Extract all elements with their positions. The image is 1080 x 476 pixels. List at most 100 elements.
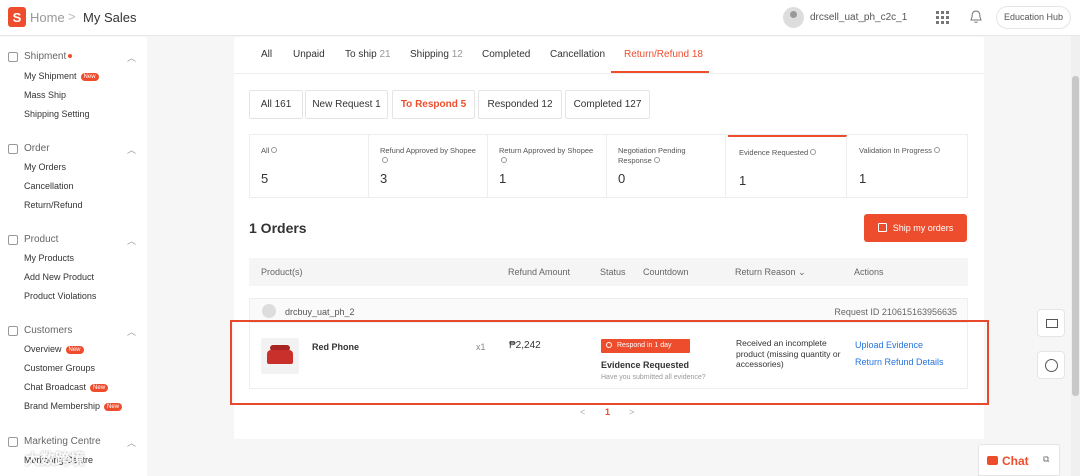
- request-id: Request ID 210615163956635: [834, 307, 957, 317]
- page-scrollbar[interactable]: [1071, 36, 1080, 476]
- chat-button[interactable]: Chat ⧉: [978, 444, 1060, 476]
- column-header-sortable[interactable]: Return Reason ⌄: [735, 267, 806, 278]
- sidebar-group-header[interactable]: Product ︿: [8, 233, 138, 249]
- sidebar-group-title: Shipment: [24, 51, 67, 62]
- tab-completed[interactable]: Completed: [482, 49, 530, 60]
- pagination-prev[interactable]: <: [580, 407, 585, 417]
- chevron-up-icon[interactable]: ︿: [127, 436, 136, 449]
- sidebar-item-mass-ship[interactable]: Mass Ship: [24, 90, 66, 100]
- apps-grid-icon[interactable]: [936, 11, 949, 24]
- ship-my-orders-button[interactable]: Ship my orders: [864, 214, 967, 242]
- orders-count-title: 1 Orders: [249, 220, 307, 236]
- education-hub-button[interactable]: Education Hub: [996, 6, 1071, 29]
- chevron-up-icon[interactable]: ︿: [127, 234, 136, 247]
- new-badge: New: [104, 402, 123, 411]
- stat-value: 3: [380, 171, 388, 186]
- column-header: Countdown: [643, 267, 689, 277]
- username[interactable]: drcsell_uat_ph_c2c_1: [810, 12, 907, 23]
- stat-value: 1: [859, 171, 867, 186]
- sidebar-item-overview[interactable]: Overview New: [24, 344, 84, 354]
- stat-label: Validation In Progress: [859, 146, 932, 155]
- support-float-button[interactable]: [1037, 351, 1065, 379]
- sidebar-group-header[interactable]: Order ︿: [8, 142, 138, 158]
- sidebar-group-title: Order: [24, 143, 50, 154]
- tab-shipping[interactable]: Shipping 12: [410, 49, 463, 60]
- tab-return-refund[interactable]: Return/Refund 18: [624, 49, 703, 60]
- info-icon: [501, 157, 507, 163]
- stat-value: 1: [739, 173, 747, 188]
- new-badge: New: [90, 383, 109, 392]
- sidebar-item-cancellation[interactable]: Cancellation: [24, 181, 74, 191]
- chevron-down-icon: ⌄: [798, 267, 806, 277]
- column-header: Refund Amount: [508, 267, 571, 277]
- sidebar-item-brand-membership[interactable]: Brand Membership New: [24, 401, 123, 411]
- column-header: Actions: [854, 267, 884, 277]
- breadcrumb-home[interactable]: Home: [30, 10, 65, 25]
- info-icon: [810, 149, 817, 155]
- sidebar: Shipment ︿ My Shipment New Mass Ship Ship…: [0, 37, 147, 476]
- stat-negotiation-pending[interactable]: Negotiation Pending Response 0: [607, 135, 726, 197]
- subtab-completed[interactable]: Completed 127: [565, 90, 650, 119]
- shopee-logo[interactable]: S: [8, 7, 26, 27]
- buyer-name[interactable]: drcbuy_uat_ph_2: [285, 307, 355, 317]
- sidebar-group-header[interactable]: Shipment ︿: [8, 50, 138, 66]
- truck-icon: [8, 52, 18, 62]
- user-avatar[interactable]: [783, 7, 804, 28]
- info-icon: [653, 157, 660, 163]
- subtab-to-respond[interactable]: To Respond 5: [392, 90, 475, 119]
- subtab-all[interactable]: All 161: [249, 90, 303, 119]
- chevron-up-icon[interactable]: ︿: [127, 51, 136, 64]
- sidebar-item-return-refund[interactable]: Return/Refund: [24, 200, 83, 210]
- sidebar-item-my-shipment[interactable]: My Shipment New: [24, 71, 99, 81]
- tab-unpaid[interactable]: Unpaid: [293, 49, 325, 60]
- chat-bubble-icon: [987, 456, 998, 465]
- tab-to-ship[interactable]: To ship 21: [345, 49, 391, 60]
- chevron-up-icon[interactable]: ︿: [127, 143, 136, 156]
- stat-return-approved[interactable]: Return Approved by Shopee 1: [488, 135, 607, 197]
- tab-cancellation[interactable]: Cancellation: [550, 49, 605, 60]
- sidebar-item-my-products[interactable]: My Products: [24, 253, 74, 263]
- marketing-icon: [8, 437, 18, 447]
- sidebar-item-my-orders[interactable]: My Orders: [24, 162, 66, 172]
- sidebar-item-shipping-setting[interactable]: Shipping Setting: [24, 109, 90, 119]
- sidebar-group-title: Marketing Centre: [24, 436, 101, 447]
- sidebar-group-header[interactable]: Customers ︿: [8, 324, 138, 340]
- top-bar: S Home > My Sales drcsell_uat_ph_c2c_1 E…: [0, 0, 1080, 36]
- stat-all[interactable]: All 5: [250, 135, 369, 197]
- stat-validation-in-progress[interactable]: Validation In Progress 1: [848, 135, 967, 197]
- sidebar-item-customer-groups[interactable]: Customer Groups: [24, 363, 95, 373]
- active-tab-indicator: [611, 71, 709, 73]
- pagination-page[interactable]: 1: [605, 407, 610, 417]
- info-icon: [271, 147, 278, 153]
- mail-float-button[interactable]: [1037, 309, 1065, 337]
- sidebar-item-label: Brand Membership: [24, 401, 101, 411]
- subtab-new-request[interactable]: New Request 1: [305, 90, 388, 119]
- stat-label: Negotiation Pending Response: [618, 146, 686, 165]
- highlight-annotation-box: [230, 320, 989, 405]
- pagination-next[interactable]: >: [629, 407, 634, 417]
- tab-all[interactable]: All: [261, 49, 272, 60]
- sidebar-group-title: Customers: [24, 325, 73, 336]
- stat-evidence-requested[interactable]: Evidence Requested 1: [728, 135, 847, 197]
- calendar-icon: [877, 223, 887, 232]
- sidebar-item-add-new-product[interactable]: Add New Product: [24, 272, 94, 282]
- order-status-tabs: All Unpaid To ship 21 Shipping 12 Comple…: [234, 37, 984, 74]
- bell-icon[interactable]: [970, 10, 982, 24]
- chevron-up-icon[interactable]: ︿: [127, 325, 136, 338]
- product-icon: [8, 235, 18, 245]
- stat-value: 1: [499, 171, 507, 186]
- column-header: Product(s): [261, 267, 303, 277]
- subtab-responded[interactable]: Responded 12: [478, 90, 562, 119]
- stat-refund-approved[interactable]: Refund Approved by Shopee 3: [369, 135, 488, 197]
- watermark: 大数跨境: [25, 451, 86, 468]
- scroll-thumb[interactable]: [1072, 76, 1079, 396]
- sidebar-item-chat-broadcast[interactable]: Chat Broadcast New: [24, 382, 109, 392]
- breadcrumb-current: My Sales: [83, 10, 137, 25]
- orders-table-header: Product(s) Refund Amount Status Countdow…: [249, 258, 968, 286]
- new-badge: New: [80, 72, 99, 81]
- sidebar-item-label: My Shipment: [24, 71, 77, 81]
- minimize-icon[interactable]: ⧉: [1043, 454, 1049, 465]
- headset-icon: [1045, 359, 1058, 372]
- status-summary-cards: All 5 Refund Approved by Shopee 3 Return…: [249, 134, 968, 198]
- sidebar-item-product-violations[interactable]: Product Violations: [24, 291, 96, 301]
